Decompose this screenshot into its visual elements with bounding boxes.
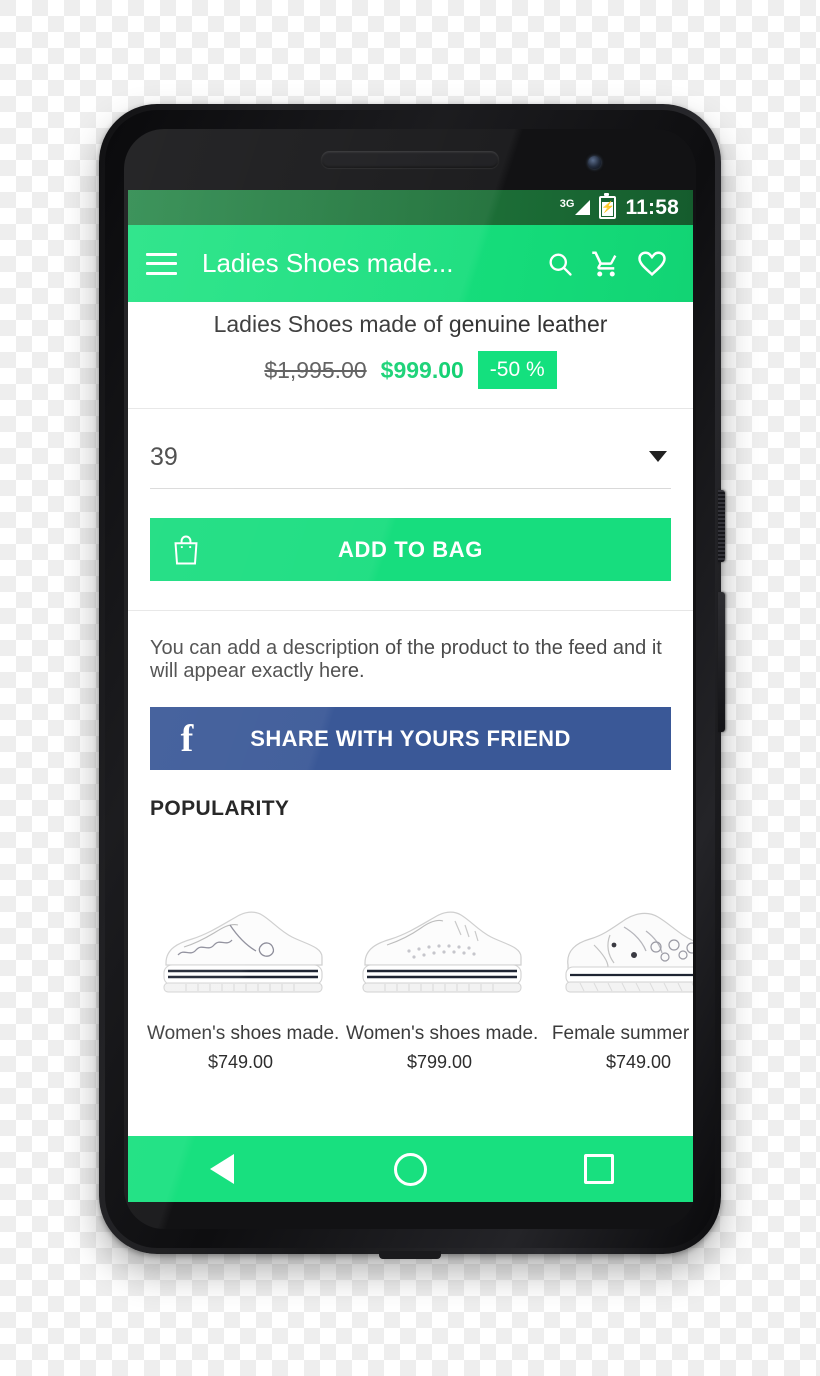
recents-square-icon[interactable]	[564, 1145, 634, 1193]
discount-badge: -50 %	[477, 351, 557, 389]
phone-screen: 3G ⚡ 11:58 Ladies Shoes made... Ladies S…	[128, 190, 693, 1202]
heart-outline-icon[interactable]	[629, 249, 675, 279]
page-title: Ladies Shoes made...	[202, 248, 454, 278]
list-item[interactable]: Women's shoes made... $749.00	[141, 827, 340, 1073]
signal-triangle-icon	[575, 200, 591, 215]
chevron-down-icon	[649, 451, 667, 462]
hamburger-menu-icon[interactable]	[146, 252, 177, 275]
card-price: $749.00	[605, 1052, 672, 1073]
back-triangle-icon[interactable]	[187, 1145, 257, 1193]
product-content: Ladies Shoes made of genuine leather $1,…	[128, 302, 693, 1074]
popularity-card-list[interactable]: Women's shoes made... $749.00 Women's sh…	[128, 827, 693, 1073]
card-title: Women's shoes made...	[346, 1023, 539, 1045]
share-label: SHARE WITH YOURS FRIEND	[250, 725, 571, 751]
shopping-cart-icon[interactable]	[583, 249, 629, 279]
battery-charging-icon: ⚡	[599, 193, 617, 219]
front-camera	[588, 156, 601, 169]
white-cutout-platform-shoe-image	[539, 871, 693, 1001]
current-price: $999.00	[380, 356, 464, 383]
volume-rocker[interactable]	[718, 592, 725, 732]
search-icon[interactable]	[537, 250, 583, 278]
network-type-label: 3G	[559, 197, 575, 210]
list-item[interactable]: Women's shoes made... $799.00	[340, 827, 539, 1073]
status-bar: 3G ⚡ 11:58	[128, 190, 693, 225]
android-navigation-bar	[128, 1136, 693, 1202]
old-price: $1,995.00	[264, 356, 367, 383]
share-facebook-button[interactable]: f SHARE WITH YOURS FRIEND	[150, 707, 671, 771]
facebook-icon: f	[180, 717, 194, 760]
app-bar: Ladies Shoes made...	[128, 225, 693, 302]
card-title: Female summer sho	[551, 1023, 693, 1045]
status-bar-clock: 11:58	[625, 195, 679, 219]
size-selector-block: 39	[128, 409, 693, 489]
white-perforated-sneaker-image	[340, 871, 539, 1001]
add-to-bag-label: ADD TO BAG	[338, 536, 483, 562]
size-value: 39	[150, 443, 178, 471]
size-select[interactable]: 39	[150, 443, 671, 489]
charging-port	[379, 1251, 441, 1259]
card-price: $749.00	[207, 1052, 274, 1073]
list-item[interactable]: Female summer sho $749.00	[539, 827, 693, 1073]
power-button[interactable]	[718, 490, 725, 562]
add-to-bag-button[interactable]: ADD TO BAG	[150, 518, 671, 581]
white-platform-sneaker-image	[141, 871, 340, 1001]
price-row: $1,995.00 $999.00 -50 %	[128, 338, 693, 408]
home-circle-icon[interactable]	[375, 1145, 445, 1193]
product-title: Ladies Shoes made of genuine leather	[213, 311, 608, 337]
product-description: You can add a description of the product…	[150, 637, 662, 683]
popularity-heading: POPULARITY	[150, 797, 290, 821]
card-price: $799.00	[406, 1052, 473, 1073]
card-title: Women's shoes made...	[147, 1023, 340, 1045]
earpiece-speaker	[321, 151, 499, 168]
shopping-bag-icon	[150, 534, 222, 566]
